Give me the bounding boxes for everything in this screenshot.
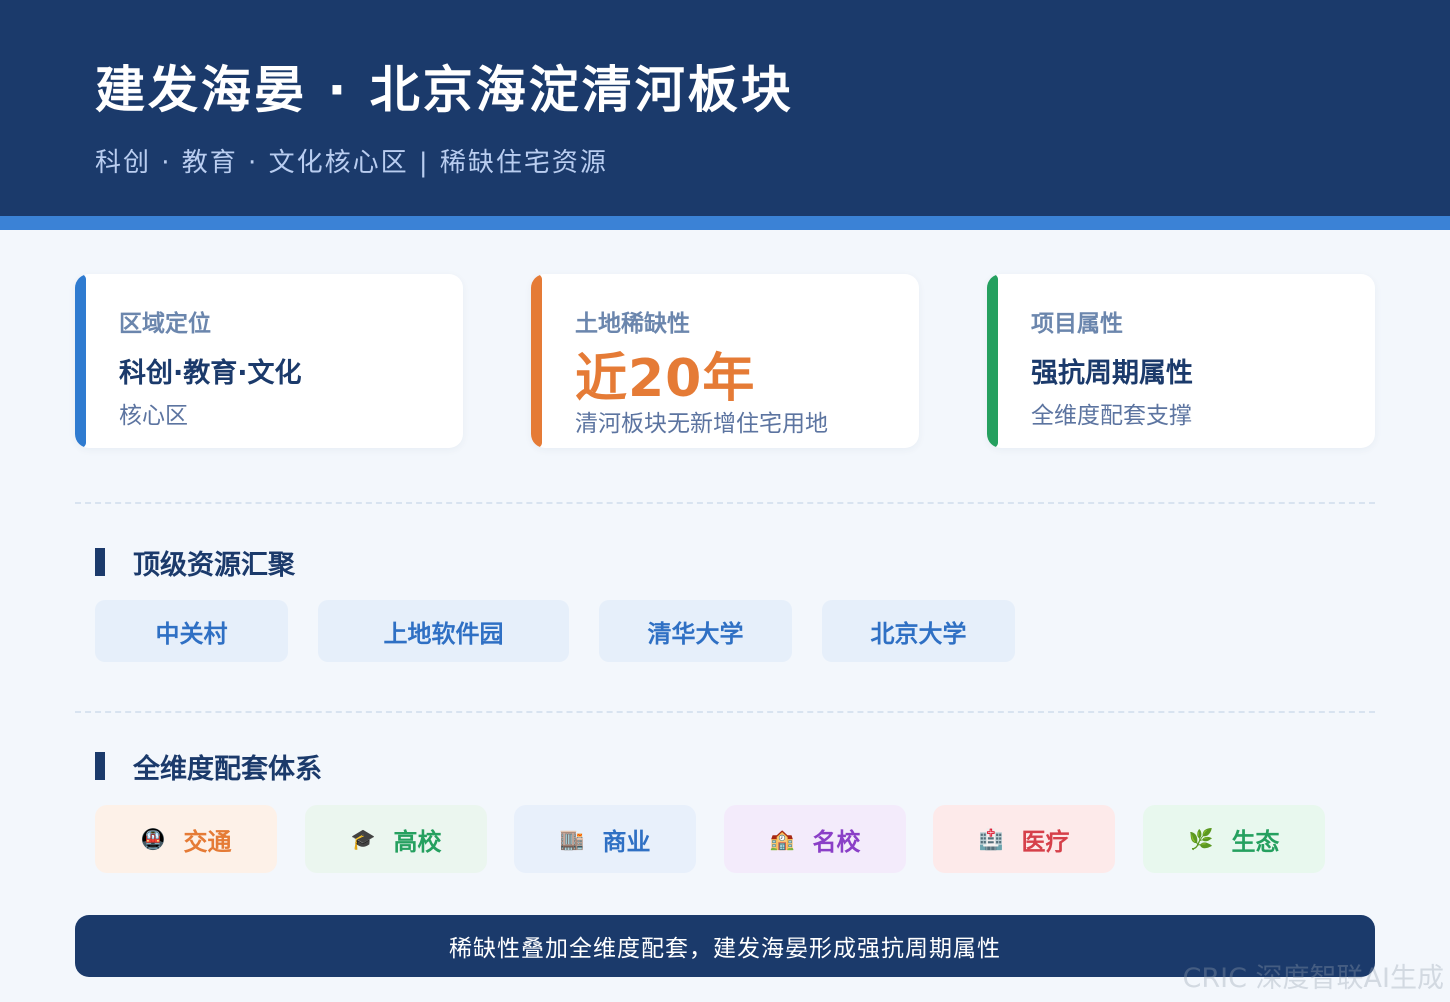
divider — [75, 502, 1375, 504]
amenity-medical: 🏥 医疗 — [933, 805, 1115, 873]
card-region-positioning: 区域定位 科创·教育·文化 核心区 — [75, 274, 463, 448]
section-title-resources: 顶级资源汇聚 — [95, 543, 295, 582]
amenity-label: 医疗 — [1021, 827, 1070, 856]
resource-chip: 中关村 — [95, 600, 288, 662]
resource-chip: 上地软件园 — [318, 600, 569, 662]
header-stripe — [0, 216, 1450, 230]
amenity-label: 生态 — [1231, 827, 1280, 856]
amenity-label: 商业 — [602, 827, 651, 856]
card-desc: 全维度配套支撑 — [1031, 403, 1192, 429]
card-accent-bar — [531, 274, 542, 448]
divider — [75, 711, 1375, 713]
watermark: CRIC 深度智联AI生成 — [1182, 963, 1444, 994]
section-title-text: 顶级资源汇聚 — [133, 550, 295, 581]
page: 建发海晏 · 北京海淀清河板块 科创 · 教育 · 文化核心区 | 稀缺住宅资源… — [0, 0, 1450, 1002]
card-land-scarcity: 土地稀缺性 近20年 清河板块无新增住宅用地 — [531, 274, 919, 448]
amenity-commerce: 🏬 商业 — [514, 805, 696, 873]
amenity-label: 交通 — [183, 827, 232, 856]
amenity-label: 名校 — [812, 827, 861, 856]
card-value: 近20年 — [575, 349, 756, 409]
amenity-schools: 🏫 名校 — [724, 805, 906, 873]
page-subtitle: 科创 · 教育 · 文化核心区 | 稀缺住宅资源 — [95, 148, 608, 178]
card-value: 强抗周期属性 — [1031, 358, 1193, 389]
header: 建发海晏 · 北京海淀清河板块 科创 · 教育 · 文化核心区 | 稀缺住宅资源 — [0, 0, 1450, 216]
metro-icon: 🚇 — [140, 827, 166, 851]
card-label: 区域定位 — [119, 311, 211, 337]
summary-banner: 稀缺性叠加全维度配套，建发海晏形成强抗周期属性 — [75, 915, 1375, 977]
amenity-transport: 🚇 交通 — [95, 805, 277, 873]
page-title: 建发海晏 · 北京海淀清河板块 — [95, 61, 794, 119]
card-desc: 核心区 — [119, 403, 188, 429]
section-title-text: 全维度配套体系 — [133, 754, 322, 785]
card-value: 科创·教育·文化 — [119, 358, 302, 389]
card-label: 土地稀缺性 — [575, 311, 690, 337]
card-accent-bar — [75, 274, 86, 448]
leaf-icon: 🌿 — [1188, 827, 1214, 851]
card-label: 项目属性 — [1031, 311, 1123, 337]
section-marker — [95, 548, 105, 576]
amenity-universities: 🎓 高校 — [305, 805, 487, 873]
mall-icon: 🏬 — [559, 827, 585, 851]
resource-chip: 清华大学 — [599, 600, 792, 662]
section-title-amenities: 全维度配套体系 — [95, 747, 322, 786]
hospital-icon: 🏥 — [978, 827, 1004, 851]
card-project-attribute: 项目属性 强抗周期属性 全维度配套支撑 — [987, 274, 1375, 448]
card-desc: 清河板块无新增住宅用地 — [575, 411, 828, 437]
amenity-ecology: 🌿 生态 — [1143, 805, 1325, 873]
resource-chip: 北京大学 — [822, 600, 1015, 662]
section-marker — [95, 752, 105, 780]
amenity-label: 高校 — [393, 827, 442, 856]
graduation-cap-icon: 🎓 — [350, 827, 376, 851]
school-icon: 🏫 — [769, 827, 795, 851]
card-accent-bar — [987, 274, 998, 448]
